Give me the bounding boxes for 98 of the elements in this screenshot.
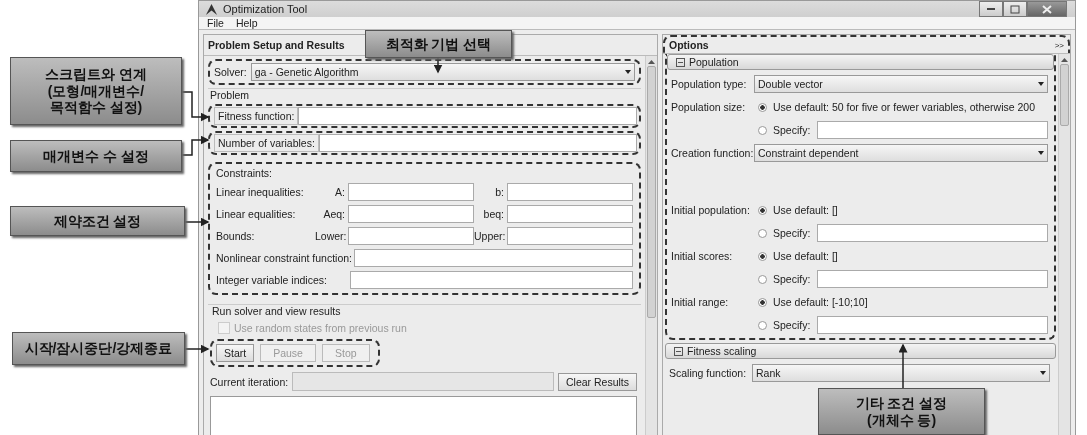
radio-label: Use default: [-10;10] <box>773 296 868 308</box>
radio-button[interactable] <box>758 102 767 112</box>
radio-button[interactable] <box>758 320 767 330</box>
peak-logo-icon <box>205 2 218 16</box>
radio-label: Specify: <box>773 227 812 239</box>
close-button[interactable] <box>1027 1 1067 17</box>
text-field[interactable] <box>348 227 474 245</box>
group-title: Constraints: <box>216 167 274 179</box>
checkbox-label: Use random states from previous run <box>234 322 407 334</box>
scrollbar[interactable] <box>645 56 657 435</box>
field-label: Nonlinear constraint function: <box>216 252 352 264</box>
callout-label: 시작/잠시중단/강제종료 <box>12 332 185 365</box>
radio-label: Use default: 50 for five or fewer variables, otherwise 200 <box>773 101 1036 113</box>
text-field[interactable] <box>507 227 633 245</box>
text-field[interactable] <box>348 183 474 201</box>
dropdown[interactable]: Double vector <box>754 75 1048 93</box>
text-field[interactable] <box>350 271 633 289</box>
field-label: Number of variables: <box>214 134 319 152</box>
panel-title: Options <box>669 39 709 51</box>
scroll-thumb[interactable] <box>647 66 656 318</box>
field-label: Integer variable indices: <box>216 274 328 286</box>
field-label: beq: <box>482 208 504 220</box>
arrow <box>181 91 210 122</box>
window-title: Optimization Tool <box>223 3 308 15</box>
minimize-icon <box>986 7 996 11</box>
arrow <box>898 343 908 389</box>
solver-dropdown[interactable]: ga - Genetic Algorithm <box>250 63 635 81</box>
scroll-thumb[interactable] <box>1060 64 1069 126</box>
text-field[interactable] <box>354 249 633 267</box>
text-field[interactable] <box>817 224 1048 242</box>
text-field[interactable] <box>298 107 637 125</box>
section-header[interactable]: Fitness scaling <box>665 343 1056 359</box>
radio-button[interactable] <box>758 125 767 135</box>
radio-button[interactable] <box>758 251 767 261</box>
text-field[interactable] <box>318 134 637 152</box>
radio-label: Use default: [] <box>773 250 838 262</box>
radio-button[interactable] <box>758 297 767 307</box>
push-button[interactable]: Start <box>216 344 255 362</box>
field-label: Fitness function: <box>214 107 299 125</box>
callout-label: 스크립트와 연계 (모형/매개변수/ 목적함수 설정) <box>10 57 182 125</box>
callout-label: 매개변수 수 설정 <box>10 140 182 172</box>
text-field[interactable] <box>817 121 1048 139</box>
field-label: Population type: <box>671 78 748 90</box>
scrollbar[interactable] <box>1058 54 1070 435</box>
caret-icon <box>1040 371 1046 375</box>
radio-button[interactable] <box>758 205 767 215</box>
field-label: Linear inequalities: <box>216 186 305 198</box>
arrow <box>184 344 210 354</box>
field-label: Current iteration: <box>210 375 289 388</box>
maximize-button[interactable] <box>1003 1 1027 17</box>
expand-button[interactable]: >> <box>1054 40 1064 50</box>
dropdown[interactable]: Rank <box>752 364 1050 382</box>
text-field[interactable] <box>817 316 1048 334</box>
caret-icon <box>1038 82 1044 86</box>
scroll-up-icon[interactable] <box>648 60 655 64</box>
field-label: Initial scores: <box>671 250 734 262</box>
caret-icon <box>625 70 631 74</box>
menu-item[interactable]: Help <box>235 17 258 29</box>
maximize-icon <box>1010 4 1020 14</box>
radio-label: Specify: <box>773 124 812 136</box>
field-label: A: <box>334 186 345 198</box>
menu-item[interactable]: File <box>207 17 224 29</box>
close-icon <box>1042 4 1052 14</box>
radio-label: Specify: <box>773 319 812 331</box>
panel-title: Problem Setup and Results <box>208 39 345 51</box>
section-header[interactable]: Population <box>667 54 1054 70</box>
scroll-up-icon[interactable] <box>1061 58 1068 62</box>
field-label: Solver: <box>214 66 247 78</box>
field-label: Upper: <box>474 230 504 242</box>
radio-button[interactable] <box>758 274 767 284</box>
text-field[interactable] <box>507 183 633 201</box>
text-field[interactable] <box>507 205 633 223</box>
field-label: b: <box>494 186 504 198</box>
field-label: Linear equalities: <box>216 208 297 220</box>
radio-label: Use default: [] <box>773 204 838 216</box>
group-title: Problem <box>209 89 251 101</box>
group-title: Run solver and view results <box>211 305 342 317</box>
clear-results-button[interactable]: Clear Results <box>557 372 637 391</box>
callout-label: 제약조건 설정 <box>10 206 185 236</box>
field-label: Lower: <box>315 230 345 242</box>
field-label: Population size: <box>671 101 747 113</box>
arrow <box>433 57 443 74</box>
radio-button[interactable] <box>758 228 767 238</box>
field-label: Aeq: <box>322 208 345 220</box>
text-field[interactable] <box>348 205 474 223</box>
caret-icon <box>1038 151 1044 155</box>
field-label: Initial population: <box>671 204 750 216</box>
arrow <box>184 217 210 227</box>
field-label: Scaling function: <box>669 367 748 379</box>
callout-label: 최적화 기법 선택 <box>365 30 512 58</box>
field-label: Initial range: <box>671 296 730 308</box>
arrow <box>181 135 210 156</box>
dropdown[interactable]: Constraint dependent <box>754 144 1048 162</box>
text-field[interactable] <box>817 270 1048 288</box>
callout-label: 기타 조건 설정 (개체수 등) <box>818 388 985 435</box>
field-label: Bounds: <box>216 230 256 242</box>
radio-label: Specify: <box>773 273 812 285</box>
minimize-button[interactable] <box>979 1 1003 17</box>
